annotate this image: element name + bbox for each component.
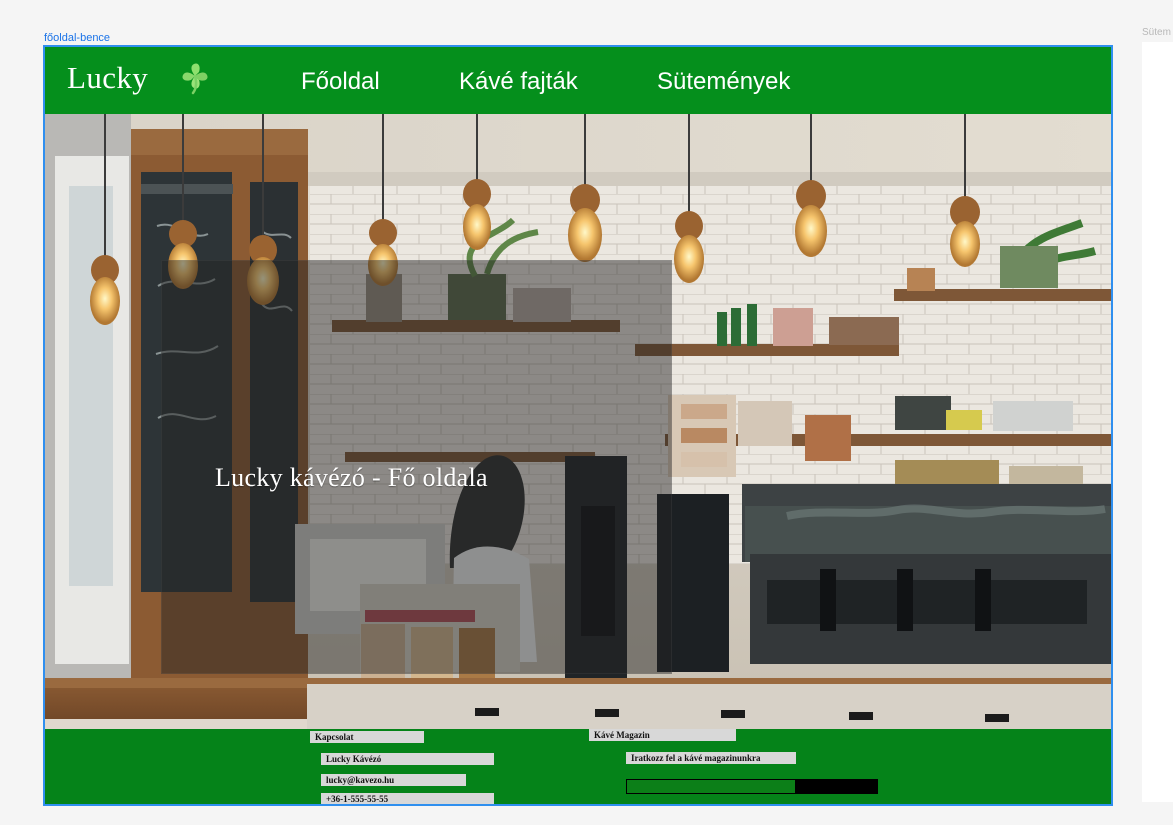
nav-item-kave-fajtak[interactable]: Kávé fajták xyxy=(459,68,578,96)
footer: Kapcsolat Lucky Kávézó lucky@kavezo.hu +… xyxy=(45,729,1111,804)
top-navigation: Lucky Főoldal Kávé fajták Sütemények xyxy=(45,47,1111,114)
side-frame-preview[interactable] xyxy=(1142,42,1173,802)
footer-contact-name: Lucky Kávézó xyxy=(321,753,494,765)
nav-item-sutemenyek[interactable]: Sütemények xyxy=(657,68,790,96)
footer-contact-heading: Kapcsolat xyxy=(310,731,424,743)
frame-label[interactable]: főoldal-bence xyxy=(44,32,110,44)
nav-item-fooldal[interactable]: Főoldal xyxy=(301,68,380,96)
newsletter-description: Iratkozz fel a kávé magazinunkra xyxy=(626,752,796,764)
homepage-frame[interactable]: Lucky Főoldal Kávé fajták Sütemények Luc… xyxy=(43,45,1113,806)
design-canvas: főoldal-bence Sütem Lucky Főoldal Kávé f… xyxy=(0,0,1173,825)
footer-contact-email[interactable]: lucky@kavezo.hu xyxy=(321,774,466,786)
side-frame-label[interactable]: Sütem xyxy=(1142,27,1171,38)
hero-section: Lucky kávézó - Fő oldala xyxy=(45,114,1111,729)
newsletter-submit-button[interactable] xyxy=(796,779,878,794)
site-logo[interactable]: Lucky xyxy=(67,60,148,96)
hero-title: Lucky kávézó - Fő oldala xyxy=(215,463,488,492)
footer-contact-phone[interactable]: +36-1-555-55-55 xyxy=(321,793,494,804)
newsletter-email-input[interactable] xyxy=(626,779,796,794)
four-leaf-clover-icon xyxy=(182,63,208,95)
footer-magazine-heading: Kávé Magazin xyxy=(589,729,736,741)
